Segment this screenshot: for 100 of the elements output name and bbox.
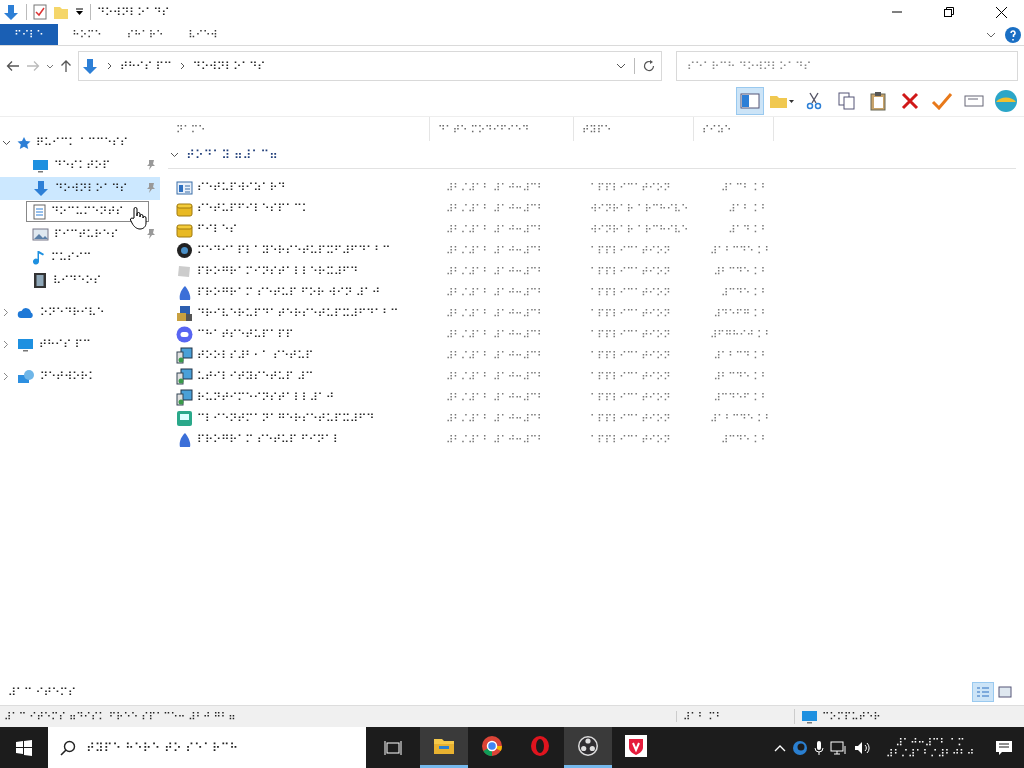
back-icon[interactable]: [6, 60, 20, 72]
file-name[interactable]: ⠋⠊⠇⠑⠎: [197, 223, 238, 236]
file-name[interactable]: ⠥⠞⠊⠇⠊⠞⠽⠎⠑⠞⠥⠏ ⠼⠉: [197, 370, 314, 383]
file-name[interactable]: ⠏⠗⠕⠛⠗⠁⠍ ⠎⠑⠞⠥⠏ ⠋⠊⠝⠁⠇: [197, 433, 341, 446]
expand-ribbon-icon[interactable]: [986, 32, 996, 38]
network-icon: [17, 368, 35, 385]
table-cell-text: ⠼⠁⠃ ⠅⠃: [727, 201, 769, 216]
table-cell-text: ⠁⠏⠏⠇⠊⠉⠁⠞⠊⠕⠝: [589, 306, 672, 321]
recorder-icon[interactable]: [577, 735, 599, 757]
clock-date[interactable]: ⠼⠃⠌⠼⠁⠃⠌⠼⠃⠚⠃⠚: [886, 747, 974, 759]
table-cell-text: ⠼⠃⠌⠼⠁⠃ ⠼⠁⠚⠒⠼⠉⠃: [445, 390, 546, 405]
sidebar-item[interactable]: ⠝⠑⠞⠺⠕⠗⠅: [40, 370, 97, 383]
window-title: ⠙⠕⠺⠝⠇⠕⠁⠙⠎: [97, 5, 171, 19]
table-cell-text: ⠺⠊⠝⠗⠁⠗ ⠁⠗⠉⠓⠊⠧⠑: [589, 201, 690, 216]
expand-chevron-icon[interactable]: [3, 308, 9, 317]
preview-pane-icon[interactable]: [740, 92, 760, 110]
collapse-chevron-icon[interactable]: [169, 151, 179, 158]
help-icon[interactable]: [1005, 27, 1021, 43]
box-icon: [176, 221, 193, 238]
file-name[interactable]: ⠉⠇⠊⠑⠝⠞⠍⠁⠝⠁⠛⠑⠗⠎⠑⠞⠥⠏⠭⠼⠋⠙: [197, 412, 375, 425]
cut-icon[interactable]: [805, 92, 823, 110]
table-cell-text: ⠼⠃⠌⠼⠁⠃ ⠼⠁⠚⠒⠼⠉⠃: [445, 243, 546, 258]
table-cell-text: ⠼⠁⠙ ⠅⠃: [727, 222, 769, 237]
group-header[interactable]: ⠞⠕⠙⠁⠽ ⠶⠼⠁⠉⠶: [186, 147, 278, 162]
table-cell-text: ⠼⠉⠙⠑⠋ ⠅⠃: [712, 390, 769, 405]
expand-chevron-icon[interactable]: [3, 372, 9, 381]
browser-icon[interactable]: [481, 735, 503, 757]
copy-icon[interactable]: [837, 92, 855, 110]
table-cell-text: ⠼⠙⠑⠋⠛ ⠅⠃: [712, 306, 769, 321]
details-text: ⠼⠁⠉ ⠊⠞⠑⠍⠎ ⠶⠙⠊⠎⠅ ⠋⠗⠑⠑ ⠎⠏⠁⠉⠑⠒ ⠼⠃⠚ ⠛⠃⠶: [3, 711, 237, 722]
ribbon-tab[interactable]: ⠧⠊⠑⠺: [174, 24, 232, 45]
paste-icon[interactable]: [869, 91, 887, 111]
refresh-icon[interactable]: [643, 60, 655, 72]
sidebar-item[interactable]: ⠙⠑⠎⠅⠞⠕⠏: [54, 159, 111, 172]
file-name[interactable]: ⠗⠥⠝⠞⠊⠍⠑⠊⠝⠎⠞⠁⠇⠇⠼⠁⠚: [197, 391, 334, 404]
table-cell-text: ⠼⠃⠌⠼⠁⠃ ⠼⠁⠚⠒⠼⠉⠃: [445, 201, 546, 216]
breadcrumb[interactable]: ⠞⠓⠊⠎ ⠏⠉: [120, 59, 172, 73]
windows-logo-icon[interactable]: [16, 739, 32, 756]
delete-icon[interactable]: [901, 92, 919, 110]
network-status-icon[interactable]: [830, 739, 849, 756]
recent-dropdown-icon[interactable]: [46, 63, 54, 69]
file-name[interactable]: ⠞⠕⠕⠇⠎⠼⠃⠂⠁ ⠎⠑⠞⠥⠏: [197, 349, 314, 362]
search-icon: [60, 739, 76, 756]
table-cell-text: ⠼⠋⠛⠓⠊⠚ ⠅⠃: [709, 327, 773, 342]
table-cell-text: ⠁⠏⠏⠇⠊⠉⠁⠞⠊⠕⠝: [589, 432, 672, 447]
dropdown-icon[interactable]: [616, 63, 626, 69]
ribbon-tab[interactable]: ⠓⠕⠍⠑: [58, 24, 116, 45]
sidebar-item[interactable]: ⠍⠥⠎⠊⠉: [51, 251, 92, 264]
breadcrumb[interactable]: ⠙⠕⠺⠝⠇⠕⠁⠙⠎: [192, 59, 266, 73]
shield-icon[interactable]: [625, 735, 647, 757]
taskbar-search-field[interactable]: ⠞⠽⠏⠑ ⠓⠑⠗⠑ ⠞⠕ ⠎⠑⠁⠗⠉⠓: [48, 727, 366, 768]
expand-chevron-icon[interactable]: [3, 340, 9, 349]
checklist-icon[interactable]: [33, 4, 47, 20]
star-icon: [17, 135, 31, 150]
close-icon: [995, 6, 1007, 18]
tile-icon: [176, 263, 193, 280]
monitor-icon: [801, 709, 818, 724]
file-name[interactable]: ⠏⠗⠕⠛⠗⠁⠍⠊⠝⠎⠞⠁⠇⠇⠑⠗⠭⠼⠋⠙: [197, 265, 359, 278]
column-header[interactable]: ⠞⠽⠏⠑: [574, 117, 694, 141]
up-icon[interactable]: [60, 59, 72, 73]
sidebar-item[interactable]: ⠧⠊⠙⠑⠕⠎: [53, 274, 102, 287]
chat-icon: [176, 326, 193, 343]
checkmark-icon[interactable]: [931, 92, 953, 110]
selected-row-highlight[interactable]: ⠙⠕⠺⠝⠇⠕⠁⠙⠎: [0, 177, 160, 200]
setup-icon: [176, 368, 193, 385]
file-name[interactable]: ⠉⠓⠁⠞⠎⠑⠞⠥⠏⠁⠏⠏: [197, 328, 294, 341]
table-cell-text: ⠼⠃⠌⠼⠁⠃ ⠼⠁⠚⠒⠼⠉⠃: [445, 369, 546, 384]
dropdown-icon[interactable]: [75, 8, 84, 16]
shell-icon[interactable]: [994, 89, 1018, 113]
pin-icon: [146, 228, 156, 240]
setup-icon: [176, 347, 193, 364]
address-bar[interactable]: ⠞⠓⠊⠎ ⠏⠉ ⠙⠕⠺⠝⠇⠕⠁⠙⠎: [78, 51, 662, 81]
file-name[interactable]: ⠏⠗⠕⠛⠗⠁⠍ ⠎⠑⠞⠥⠏ ⠋⠕⠗ ⠺⠊⠝ ⠼⠁⠚: [197, 286, 381, 299]
table-cell-text: ⠼⠉⠙⠑ ⠅⠃: [719, 432, 769, 447]
disc-icon: [176, 242, 193, 259]
file-name[interactable]: ⠎⠑⠞⠥⠏⠺⠊⠵⠁⠗⠙: [197, 181, 286, 194]
sidebar-item[interactable]: ⠕⠝⠑⠙⠗⠊⠧⠑: [40, 306, 105, 319]
notification-icon[interactable]: [995, 739, 1013, 756]
sidebar-item[interactable]: ⠞⠓⠊⠎ ⠏⠉: [39, 338, 91, 351]
o-ring-icon[interactable]: [529, 735, 551, 757]
table-cell-text: ⠼⠃⠌⠼⠁⠃ ⠼⠁⠚⠒⠼⠉⠃: [445, 222, 546, 237]
column-header[interactable]: ⠎⠊⠵⠑: [694, 117, 774, 141]
ribbon-tab[interactable]: ⠎⠓⠁⠗⠑: [116, 24, 174, 45]
file-name[interactable]: ⠎⠑⠞⠥⠏⠋⠊⠇⠑⠎⠏⠁⠉⠅: [197, 202, 310, 215]
table-cell-text: ⠺⠊⠝⠗⠁⠗ ⠁⠗⠉⠓⠊⠧⠑: [589, 222, 690, 237]
ribbon-tab[interactable]: ⠋⠊⠇⠑: [0, 24, 58, 45]
sidebar-item[interactable]: ⠟⠥⠊⠉⠅ ⠁⠉⠉⠑⠎⠎: [36, 136, 129, 149]
task-view-icon[interactable]: [384, 739, 402, 756]
microphone-icon[interactable]: [814, 739, 825, 756]
column-header[interactable]: ⠝⠁⠍⠑: [168, 117, 430, 141]
clock-time[interactable]: ⠼⠁⠚⠒⠼⠉⠃ ⠁⠍: [895, 736, 965, 748]
large-icons-view-icon[interactable]: [998, 686, 1012, 698]
sidebar-item[interactable]: ⠏⠊⠉⠞⠥⠗⠑⠎: [54, 228, 119, 241]
search-field[interactable]: ⠎⠑⠁⠗⠉⠓ ⠙⠕⠺⠝⠇⠕⠁⠙⠎: [676, 51, 1018, 81]
collapse-chevron-icon[interactable]: [1, 139, 11, 146]
file-name[interactable]: ⠙⠗⠊⠧⠑⠗⠥⠏⠙⠁⠞⠑⠗⠎⠑⠞⠥⠏⠭⠼⠋⠙⠁⠃⠉: [197, 307, 399, 320]
show-hidden-icons-icon[interactable]: [774, 743, 787, 752]
file-name[interactable]: ⠍⠑⠙⠊⠁⠏⠇⠁⠽⠑⠗⠎⠑⠞⠥⠏⠭⠋⠼⠋⠙⠁⠃⠉: [197, 244, 391, 257]
column-header[interactable]: ⠙⠁⠞⠑ ⠍⠕⠙⠊⠋⠊⠑⠙: [430, 117, 574, 141]
music-note-icon: [32, 249, 46, 266]
